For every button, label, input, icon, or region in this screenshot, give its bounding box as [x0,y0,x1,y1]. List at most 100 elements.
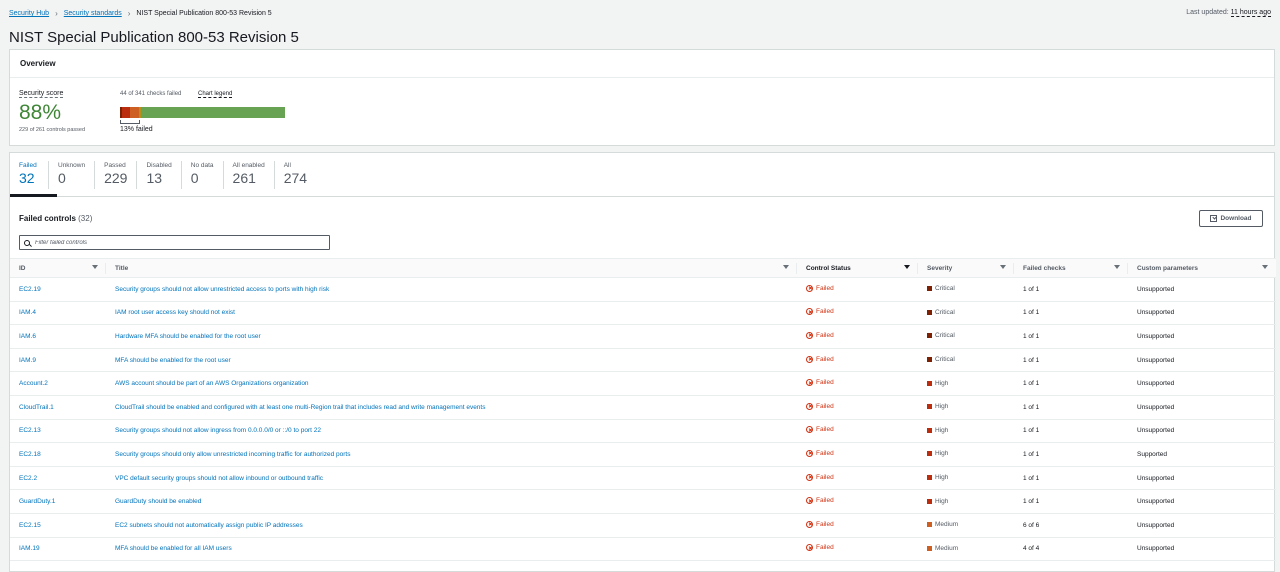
failed-checks-cell: 1 of 1 [1014,371,1128,396]
custom-parameters-cell: Unsupported [1128,301,1276,326]
control-title-link[interactable]: Security groups should not allow ingress… [115,427,321,434]
severity-text: Medium [935,544,959,552]
status-failed: Failed [806,449,834,457]
sort-icon[interactable] [783,265,789,269]
tab-failed[interactable]: Failed 32 [10,153,57,197]
control-id-link[interactable]: GuardDuty.1 [19,498,55,505]
custom-parameters-cell: Unsupported [1128,348,1276,373]
status-text: Failed [816,497,834,505]
table-row: EC2.13 Security groups should not allow i… [10,419,1276,444]
tab-all-enabled[interactable]: All enabled 261 [222,161,274,189]
overview-panel: Overview Security score 88% 229 of 261 c… [9,49,1275,146]
column-failed-checks[interactable]: Failed checks [1014,258,1128,278]
control-title-link[interactable]: AWS account should be part of an AWS Org… [115,380,309,387]
control-id-link[interactable]: IAM.9 [19,357,36,364]
control-id-link[interactable]: IAM.19 [19,545,40,552]
sort-icon[interactable] [1262,265,1268,269]
sort-icon[interactable] [1000,265,1006,269]
last-updated-value[interactable]: 11 hours ago [1230,9,1271,17]
column-id[interactable]: ID [10,258,106,278]
custom-parameters-cell: Unsupported [1128,489,1276,514]
severity-square-icon [927,286,932,292]
control-title-link[interactable]: MFA should be enabled for all IAM users [115,545,232,552]
filter-controls[interactable] [19,235,330,250]
failed-checks-cell: 6 of 6 [1014,513,1128,538]
status-text: Failed [816,379,834,387]
security-score-label[interactable]: Security score [19,90,64,98]
breadcrumb-security-standards[interactable]: Security standards [64,10,122,17]
control-title-link[interactable]: IAM root user access key should not exis… [115,309,235,316]
control-id-link[interactable]: CloudTrail.1 [19,404,54,411]
severity-square-icon [927,380,932,386]
control-id-link[interactable]: IAM.6 [19,333,36,340]
chevron-right-icon: › [55,9,58,18]
control-title-link[interactable]: Hardware MFA should be enabled for the r… [115,333,261,340]
control-id-link[interactable]: EC2.18 [19,451,41,458]
sort-icon[interactable] [92,265,98,269]
error-circle-icon [806,331,813,339]
score-bar-segment-high [121,107,131,118]
column-custom-parameters[interactable]: Custom parameters [1128,258,1276,278]
control-id-link[interactable]: EC2.2 [19,475,37,482]
column-control-status[interactable]: Control Status [797,258,918,278]
control-id-link[interactable]: EC2.15 [19,522,41,529]
severity-badge: Critical [927,332,955,339]
failed-checks-cell: 1 of 1 [1014,324,1128,349]
tab-count: 13 [146,170,163,186]
severity-square-icon [927,498,932,504]
tab-label: Passed [104,162,126,169]
checks-failed-text: 44 of 341 checks failed [120,91,182,97]
last-updated: Last updated: 11 hours ago [1186,9,1271,17]
control-title-link[interactable]: GuardDuty should be enabled [115,498,201,505]
failed-bracket [120,120,140,124]
tab-unknown[interactable]: Unknown 0 [48,161,94,189]
tab-no-data[interactable]: No data 0 [180,161,223,189]
control-id-link[interactable]: EC2.19 [19,286,41,293]
top-bar: Security Hub › Security standards › NIST… [0,0,1280,26]
custom-parameters-cell: Unsupported [1128,395,1276,420]
control-id-link[interactable]: EC2.13 [19,427,41,434]
severity-square-icon [927,404,932,410]
custom-parameters-cell: Unsupported [1128,324,1276,349]
sort-icon[interactable] [904,265,910,269]
severity-square-icon [927,309,932,315]
control-id-link[interactable]: IAM.4 [19,309,36,316]
status-text: Failed [816,331,834,339]
control-id-link[interactable]: Account.2 [19,380,48,387]
severity-text: High [935,450,949,458]
download-button[interactable]: Download [1199,210,1263,227]
table-row: EC2.19 Security groups should not allow u… [10,277,1276,302]
control-title-link[interactable]: CloudTrail should be enabled and configu… [115,404,485,411]
sort-icon[interactable] [1114,265,1120,269]
control-title-link[interactable]: MFA should be enabled for the root user [115,357,231,364]
column-title[interactable]: Title [106,258,797,278]
severity-text: Critical [935,285,955,293]
error-circle-icon [806,520,813,528]
custom-parameters-cell: Unsupported [1128,513,1276,538]
status-failed: Failed [806,331,834,339]
chart-legend-link[interactable]: Chart legend [198,91,233,98]
security-score-value: 88% [19,101,62,124]
column-severity[interactable]: Severity [918,258,1014,278]
controls-panel: Failed 32 Unknown 0 Passed 229 Disabled 13 No da… [9,152,1276,572]
status-text: Failed [816,544,834,552]
tab-count: 274 [283,170,308,186]
control-title-link[interactable]: Security groups should only allow unrest… [115,451,350,458]
tab-passed[interactable]: Passed 229 [94,161,136,189]
severity-text: High [935,474,949,482]
tab-all[interactable]: All 274 [273,161,316,189]
filter-input[interactable] [35,239,315,246]
controls-table: ID Title Control Status Severity Failed … [10,258,1276,562]
failed-controls-title: Failed controls [19,214,76,223]
failed-checks-cell: 1 of 1 [1014,442,1128,467]
control-title-link[interactable]: EC2 subnets should not automatically ass… [115,522,303,529]
severity-square-icon [927,475,932,481]
status-failed: Failed [806,308,834,316]
tab-count: 0 [58,170,66,186]
control-title-link[interactable]: Security groups should not allow unrestr… [115,286,329,293]
breadcrumb-security-hub[interactable]: Security Hub [9,10,49,17]
score-bar-segment-passed [141,107,285,118]
control-title-link[interactable]: VPC default security groups should not a… [115,475,323,482]
severity-badge: High [927,380,948,387]
tab-disabled[interactable]: Disabled 13 [136,161,180,189]
